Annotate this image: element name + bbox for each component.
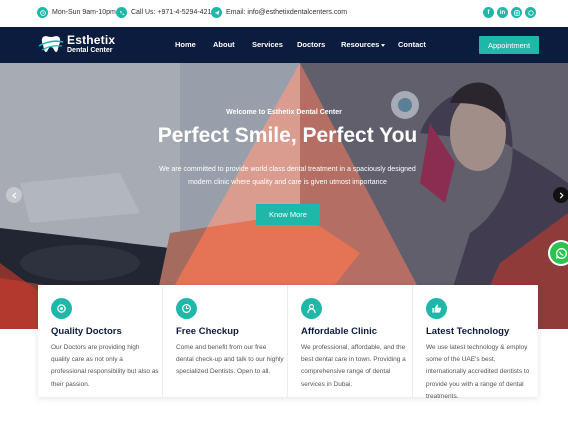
feature-title: Free Checkup (176, 326, 239, 337)
linkedin-icon[interactable]: in (497, 7, 508, 18)
feature-card-free-checkup: Free Checkup Come and benefit from our f… (163, 285, 288, 397)
chevron-down-icon (381, 44, 386, 47)
hero-headline: Perfect Smile, Perfect You (157, 124, 418, 147)
facebook-icon[interactable]: f (483, 7, 494, 18)
phone-info[interactable]: Call Us: +971-4-5294-421 (116, 7, 211, 18)
phone-icon (116, 7, 127, 18)
brand-sub: Dental Center (67, 47, 113, 54)
nav-doctors[interactable]: Doctors (297, 40, 325, 49)
site-logo[interactable]: Esthetix Dental Center (38, 34, 115, 54)
clock-icon (176, 298, 197, 319)
feature-cards: Quality Doctors Our Doctors are providin… (38, 285, 538, 400)
nav-about[interactable]: About (213, 40, 235, 49)
main-nav: Esthetix Dental Center Home About Servic… (0, 27, 568, 63)
whatsapp-small-icon[interactable] (525, 7, 536, 18)
nav-home[interactable]: Home (175, 40, 196, 49)
feature-card-affordable-clinic: Affordable Clinic We professional, affor… (288, 285, 413, 397)
feature-card-latest-technology: Latest Technology We use latest technolo… (413, 285, 538, 400)
hero-welcome: Welcome to Esthetix Dental Center (226, 109, 342, 116)
appointment-button[interactable]: Appointment (479, 36, 539, 54)
feature-text: We use latest technology & employ some o… (426, 344, 530, 400)
feature-title: Affordable Clinic (301, 326, 378, 337)
nav-contact[interactable]: Contact (398, 40, 426, 49)
thumbs-up-icon (426, 298, 447, 319)
feature-card-quality-doctors: Quality Doctors Our Doctors are providin… (38, 285, 163, 397)
know-more-button[interactable]: Know More (256, 204, 320, 225)
hero-description: We are committed to provide world class … (159, 166, 416, 186)
email-info[interactable]: Email: info@esthetixdentalcenters.com (211, 7, 347, 18)
top-bar: Mon-Sun 9am-10pm Call Us: +971-4-5294-42… (0, 0, 568, 27)
feature-text: Our Doctors are providing high quality c… (51, 344, 159, 388)
feature-text: We professional, affordable, and the bes… (301, 344, 406, 388)
chevron-right-icon (559, 191, 564, 199)
tooth-logo-icon (38, 36, 64, 52)
email-text: Email: info@esthetixdentalcenters.com (226, 9, 348, 16)
chevron-left-icon (11, 191, 16, 199)
feature-title: Quality Doctors (51, 326, 122, 337)
feature-title: Latest Technology (426, 326, 510, 337)
slider-next-button[interactable] (553, 187, 568, 203)
hours-info: Mon-Sun 9am-10pm (37, 7, 116, 18)
feature-text: Come and benefit from our free dental ch… (176, 344, 284, 376)
social-links: f in (483, 7, 536, 18)
nav-resources[interactable]: Resources (341, 40, 386, 49)
send-icon (211, 7, 222, 18)
whatsapp-float-button[interactable] (550, 242, 568, 264)
brand-name: Esthetix (67, 33, 116, 47)
hours-text: Mon-Sun 9am-10pm (52, 9, 116, 16)
clock-icon (37, 7, 48, 18)
nav-services[interactable]: Services (252, 40, 283, 49)
instagram-icon[interactable] (511, 7, 522, 18)
whatsapp-icon (555, 247, 567, 259)
slider-prev-button[interactable] (6, 187, 22, 203)
phone-text: Call Us: +971-4-5294-421 (131, 9, 212, 16)
nav-resources-label: Resources (341, 40, 380, 49)
badge-icon (51, 298, 72, 319)
user-icon (301, 298, 322, 319)
